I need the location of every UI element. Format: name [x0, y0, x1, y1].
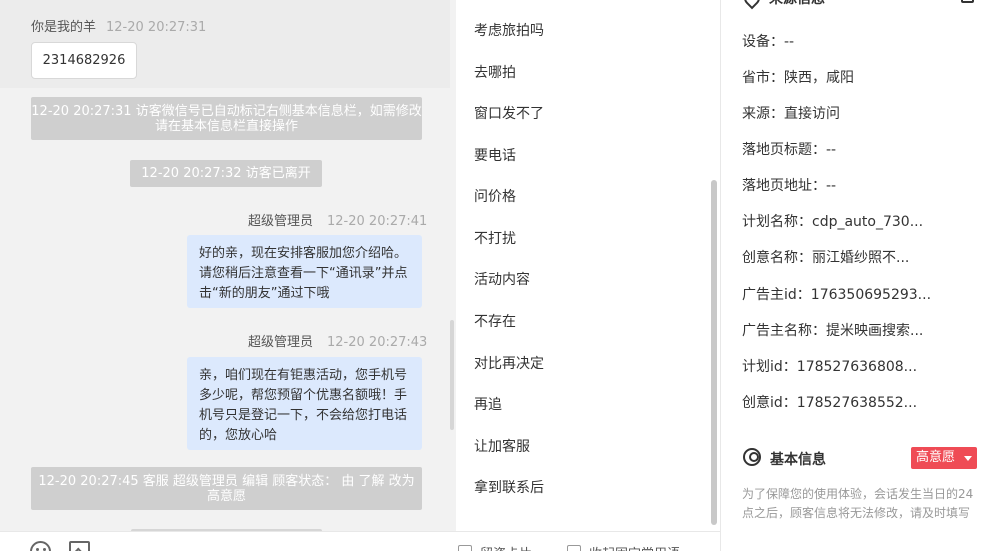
info-label: 计划名称： [742, 214, 812, 230]
agent-header: 超级管理员 12-20 20:27:41 [248, 210, 427, 229]
info-value: -- [826, 142, 837, 158]
visitor-header: 你是我的羊 12-20 20:27:31 [31, 16, 206, 35]
info-value[interactable]: 176350695293... [811, 287, 931, 303]
visitor-message-bubble[interactable]: 2314682926 [31, 42, 137, 79]
agent-message-bubble[interactable]: 好的亲，现在安排客服加您介绍哈。请您稍后注意查看一下“通讯录”并点击“新的朋友”… [187, 235, 422, 308]
agent-header: 超级管理员 12-20 20:27:43 [248, 331, 427, 350]
location-icon [740, 0, 764, 10]
info-row-region: 省市：陕西，咸阳 [742, 67, 854, 87]
collapse-phrases-checkbox[interactable] [567, 545, 581, 551]
info-label: 来源： [742, 106, 784, 122]
visitor-time: 12-20 20:27:31 [106, 20, 207, 35]
info-label: 计划id： [742, 359, 797, 375]
agent-name: 超级管理员 [248, 335, 314, 350]
info-row-source: 来源：直接访问 [742, 103, 840, 123]
agent-time: 12-20 20:27:43 [327, 335, 428, 350]
info-label: 落地页地址： [742, 178, 826, 194]
info-row-plan-id: 计划id：178527636808... [742, 356, 917, 376]
quick-reply-item[interactable]: 去哪拍 [474, 62, 516, 82]
info-label: 落地页标题： [742, 142, 826, 158]
edit-icon[interactable] [961, 0, 974, 3]
system-message: 12-20 20:27:32 访客已离开 [130, 160, 322, 187]
image-icon[interactable] [69, 541, 90, 551]
info-row-landing-title: 落地页标题：-- [742, 139, 836, 159]
system-message: 12-20 20:27:45 客服 超级管理员 编辑 顾客状态： 由 了解 改为… [31, 467, 422, 510]
quick-reply-item[interactable]: 考虑旅拍吗 [474, 20, 544, 40]
caret-down-icon [964, 456, 972, 461]
info-value[interactable]: 提米映画搜索... [826, 323, 923, 339]
source-info-title: 来源信息 [769, 0, 825, 8]
info-row-plan-name: 计划名称：cdp_auto_730... [742, 211, 923, 231]
quick-reply-item[interactable]: 让加客服 [474, 436, 530, 456]
quick-reply-list: 考虑旅拍吗 去哪拍 窗口发不了 要电话 问价格 不打扰 活动内容 不存在 对比再… [456, 0, 720, 531]
agent-time: 12-20 20:27:41 [327, 214, 428, 229]
chat-scrollbar[interactable] [450, 320, 454, 430]
visitor-name: 你是我的羊 [31, 20, 97, 35]
info-row-creative-name: 创意名称：丽江婚纱照不... [742, 247, 909, 267]
info-value[interactable]: 178527636808... [797, 359, 917, 375]
collapse-phrases-checkbox-label: 收起固定常用语 [589, 543, 680, 551]
info-value[interactable]: 丽江婚纱照不... [812, 250, 909, 266]
quick-reply-scrollbar[interactable] [711, 180, 717, 525]
info-row-landing-url: 落地页地址：-- [742, 175, 836, 195]
quick-reply-item[interactable]: 问价格 [474, 186, 516, 206]
info-value: 陕西，咸阳 [784, 70, 854, 86]
user-icon [743, 448, 761, 466]
info-label: 广告主名称： [742, 323, 826, 339]
lead-card-checkbox[interactable] [458, 545, 472, 551]
intent-status-dropdown[interactable]: 高意愿 [911, 447, 977, 469]
quick-reply-item[interactable]: 不存在 [474, 311, 516, 331]
edit-notice: 为了保障您的使用体验，会话发生当日的24点之后，顾客信息将无法修改，请及时填写 [742, 487, 974, 520]
basic-info-title: 基本信息 [770, 452, 826, 468]
info-value: -- [826, 178, 837, 194]
quick-reply-item[interactable]: 不打扰 [474, 228, 516, 248]
info-label: 省市： [742, 70, 784, 86]
quick-reply-item[interactable]: 窗口发不了 [474, 103, 544, 123]
agent-message-bubble[interactable]: 亲，咱们现在有钜惠活动，您手机号多少呢，帮您预留个优惠名额哦！手机号只是登记一下… [187, 357, 422, 450]
quick-reply-item[interactable]: 要电话 [474, 145, 516, 165]
info-label: 设备： [742, 34, 784, 50]
chat-panel: 你是我的羊 12-20 20:27:31 2314682926 12-20 20:… [0, 0, 456, 551]
system-message: 12-20 20:27:31 访客微信号已自动标记右侧基本信息栏，如需修改请在基… [31, 97, 422, 140]
info-label: 创意名称： [742, 250, 812, 266]
info-row-advertiser-name: 广告主名称：提米映画搜索... [742, 320, 923, 340]
info-value[interactable]: cdp_auto_730... [812, 214, 923, 230]
quick-reply-item[interactable]: 活动内容 [474, 269, 530, 289]
info-row-creative-id: 创意id：178527638552... [742, 392, 917, 412]
info-value[interactable]: 178527638552... [797, 395, 917, 411]
quick-reply-item[interactable]: 拿到联系后 [474, 477, 544, 497]
info-label: 广告主id： [742, 287, 811, 303]
info-row-advertiser-id: 广告主id：176350695293... [742, 284, 931, 304]
agent-name: 超级管理员 [248, 214, 314, 229]
quick-reply-item[interactable]: 再追 [474, 394, 502, 414]
quick-reply-item[interactable]: 对比再决定 [474, 353, 544, 373]
lead-card-checkbox-label: 留资卡片 [480, 543, 532, 551]
customer-info-panel: 来源信息 设备：-- 省市：陕西，咸阳 来源：直接访问 落地页标题：-- 落地页… [721, 0, 996, 551]
info-label: 创意id： [742, 395, 797, 411]
info-row-device: 设备：-- [742, 31, 794, 51]
info-value: -- [784, 34, 795, 50]
intent-status-label: 高意愿 [916, 450, 956, 465]
info-value: 直接访问 [784, 106, 840, 122]
